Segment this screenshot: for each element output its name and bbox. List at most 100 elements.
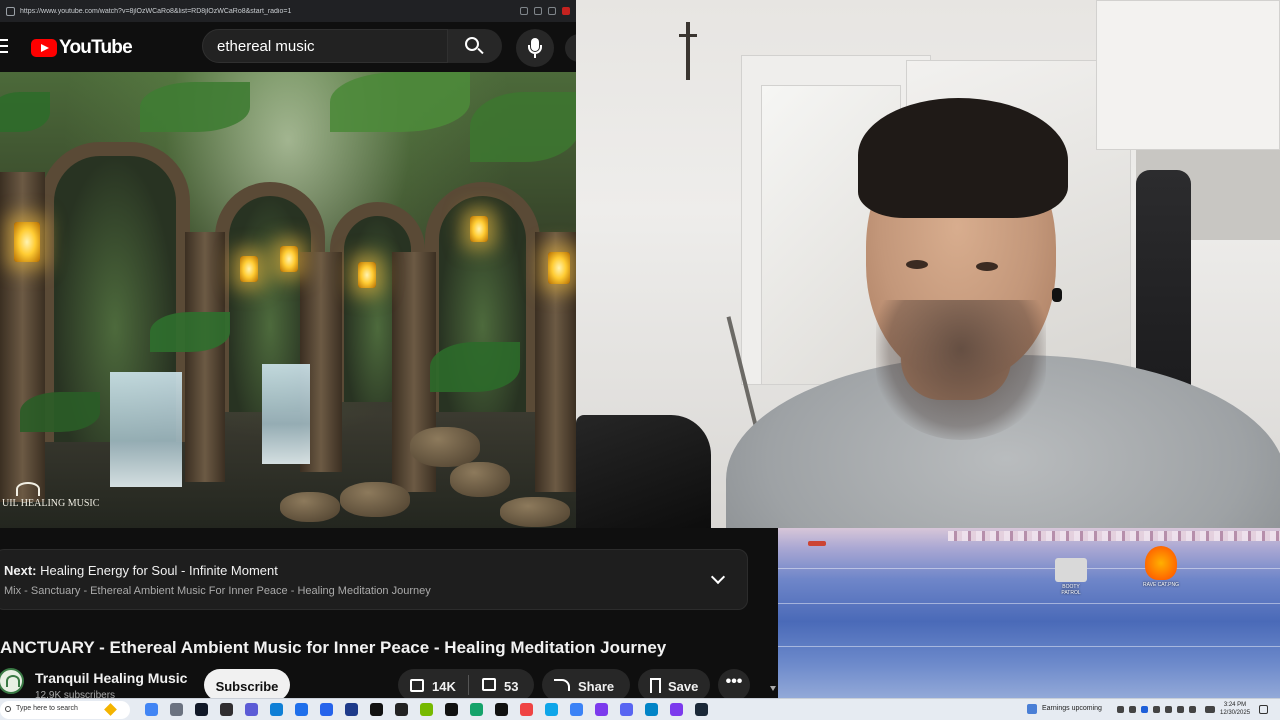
thumbs-down-icon[interactable] xyxy=(482,678,496,691)
tray-app-icon[interactable] xyxy=(1141,706,1148,713)
gaming-chair xyxy=(576,415,711,528)
tray-app-icon[interactable] xyxy=(1129,706,1136,713)
steam-icon[interactable] xyxy=(695,703,708,716)
copilot-icon[interactable] xyxy=(104,703,117,716)
crucifix xyxy=(679,22,697,80)
next-label: Next: xyxy=(4,563,37,578)
edge-icon[interactable] xyxy=(270,703,283,716)
tray-app-icon[interactable] xyxy=(1189,706,1196,713)
share-icon xyxy=(554,679,570,691)
extension-icon[interactable] xyxy=(562,7,570,15)
water-reflection xyxy=(778,568,1280,569)
foliage xyxy=(150,312,230,352)
lantern xyxy=(548,252,570,284)
app-icon[interactable] xyxy=(245,703,258,716)
earnings-widget[interactable]: Earnings upcoming xyxy=(1042,705,1102,712)
system-clock[interactable]: 3:24 PM 12/30/2025 xyxy=(1220,701,1250,717)
rock xyxy=(500,497,570,527)
dislike-count[interactable]: 53 xyxy=(504,679,518,694)
next-title[interactable]: Healing Energy for Soul - Infinite Momen… xyxy=(40,563,278,578)
save-button[interactable]: Save xyxy=(638,669,710,698)
network-icon[interactable] xyxy=(1177,706,1184,713)
lantern xyxy=(280,246,298,272)
app-icon[interactable] xyxy=(370,703,383,716)
boat xyxy=(808,541,826,546)
clock-time: 3:24 PM xyxy=(1223,702,1247,708)
chrome-icon[interactable] xyxy=(145,703,158,716)
search-input[interactable]: ethereal music xyxy=(202,29,448,63)
volume-icon[interactable] xyxy=(1165,706,1172,713)
voice-search-button[interactable] xyxy=(516,29,554,67)
task-view-icon[interactable] xyxy=(170,703,183,716)
foliage xyxy=(330,72,470,132)
more-actions-button[interactable]: ••• xyxy=(718,669,750,698)
app-icon[interactable] xyxy=(570,703,583,716)
folder-icon[interactable] xyxy=(295,703,308,716)
obs-icon[interactable] xyxy=(220,703,233,716)
like-count[interactable]: 14K xyxy=(432,679,456,694)
app-icon[interactable] xyxy=(195,703,208,716)
taskbar-search-box[interactable]: Type here to search xyxy=(0,701,130,719)
keyboard-icon[interactable] xyxy=(1205,706,1215,713)
person-eye xyxy=(906,260,928,269)
app-icon[interactable] xyxy=(320,703,333,716)
watermark-text: UIL HEALING MUSIC xyxy=(2,498,100,509)
app-icon[interactable] xyxy=(495,703,508,716)
subscribe-button[interactable]: Subscribe xyxy=(204,669,290,698)
mix-playlist-title: Mix - Sanctuary - Ethereal Ambient Music… xyxy=(4,585,431,597)
tray-app-icon[interactable] xyxy=(1153,706,1160,713)
youtube-logo[interactable]: YouTube xyxy=(31,37,133,59)
app-icon[interactable] xyxy=(470,703,483,716)
water-reflection xyxy=(778,646,1280,647)
discord-icon[interactable] xyxy=(620,703,633,716)
like-dislike-group: 14K 53 xyxy=(398,669,534,698)
desktop-icon[interactable]: BOOTY PATROL xyxy=(1053,558,1089,596)
app-icon[interactable] xyxy=(645,703,658,716)
app-icon[interactable] xyxy=(345,703,358,716)
rock xyxy=(340,482,410,517)
stocks-icon[interactable] xyxy=(1027,704,1037,714)
youtube-header: YouTube ethereal music xyxy=(0,22,576,72)
search-button[interactable] xyxy=(448,29,502,63)
browser-address-bar[interactable]: https://www.youtube.com/watch?v=8jlOzWCa… xyxy=(0,0,576,22)
video-player[interactable]: UIL HEALING MUSIC xyxy=(0,72,576,528)
taskbar-search-placeholder: Type here to search xyxy=(16,705,78,712)
url-text[interactable]: https://www.youtube.com/watch?v=8jlOzWCa… xyxy=(20,8,514,15)
chevron-up-icon[interactable] xyxy=(1117,706,1124,713)
app-icon[interactable] xyxy=(595,703,608,716)
bookmark-star-icon[interactable] xyxy=(548,7,556,15)
hamburger-menu-icon[interactable] xyxy=(0,39,8,53)
app-icon[interactable] xyxy=(395,703,408,716)
nvidia-icon[interactable] xyxy=(420,703,433,716)
channel-name[interactable]: Tranquil Healing Music xyxy=(35,670,187,686)
foliage xyxy=(20,392,100,432)
app-icon[interactable] xyxy=(545,703,558,716)
zoom-icon[interactable] xyxy=(534,7,542,15)
search-input-value: ethereal music xyxy=(217,38,315,55)
save-label: Save xyxy=(668,679,699,694)
screen: https://www.youtube.com/watch?v=8jlOzWCa… xyxy=(0,0,1280,720)
person-eye xyxy=(976,262,998,271)
channel-watermark: UIL HEALING MUSIC xyxy=(2,482,99,509)
share-button[interactable]: Share xyxy=(542,669,630,698)
app-icon[interactable] xyxy=(670,703,683,716)
desktop-icon-label: BOOTY PATROL xyxy=(1061,584,1081,596)
scroll-down-arrow-icon[interactable] xyxy=(770,686,776,691)
foliage xyxy=(140,82,250,132)
up-next-playlist-bar[interactable]: Next: Healing Energy for Soul - Infinite… xyxy=(0,549,748,610)
app-icon[interactable] xyxy=(445,703,458,716)
thumbs-up-icon[interactable] xyxy=(410,679,424,692)
desktop-icon[interactable]: RAVE CAT.PNG xyxy=(1143,546,1179,588)
foliage xyxy=(470,92,576,162)
chevron-down-icon[interactable] xyxy=(710,569,726,585)
lantern xyxy=(240,256,258,282)
channel-avatar[interactable] xyxy=(0,668,24,694)
microphone-icon-stand xyxy=(528,45,542,54)
app-icon[interactable] xyxy=(520,703,533,716)
foliage xyxy=(430,342,520,392)
install-icon[interactable] xyxy=(520,7,528,15)
header-next-button[interactable] xyxy=(565,34,576,62)
bookmark-icon xyxy=(650,678,661,693)
notification-icon[interactable] xyxy=(1259,705,1268,714)
desktop-icon-label: RAVE CAT.PNG xyxy=(1143,582,1179,588)
